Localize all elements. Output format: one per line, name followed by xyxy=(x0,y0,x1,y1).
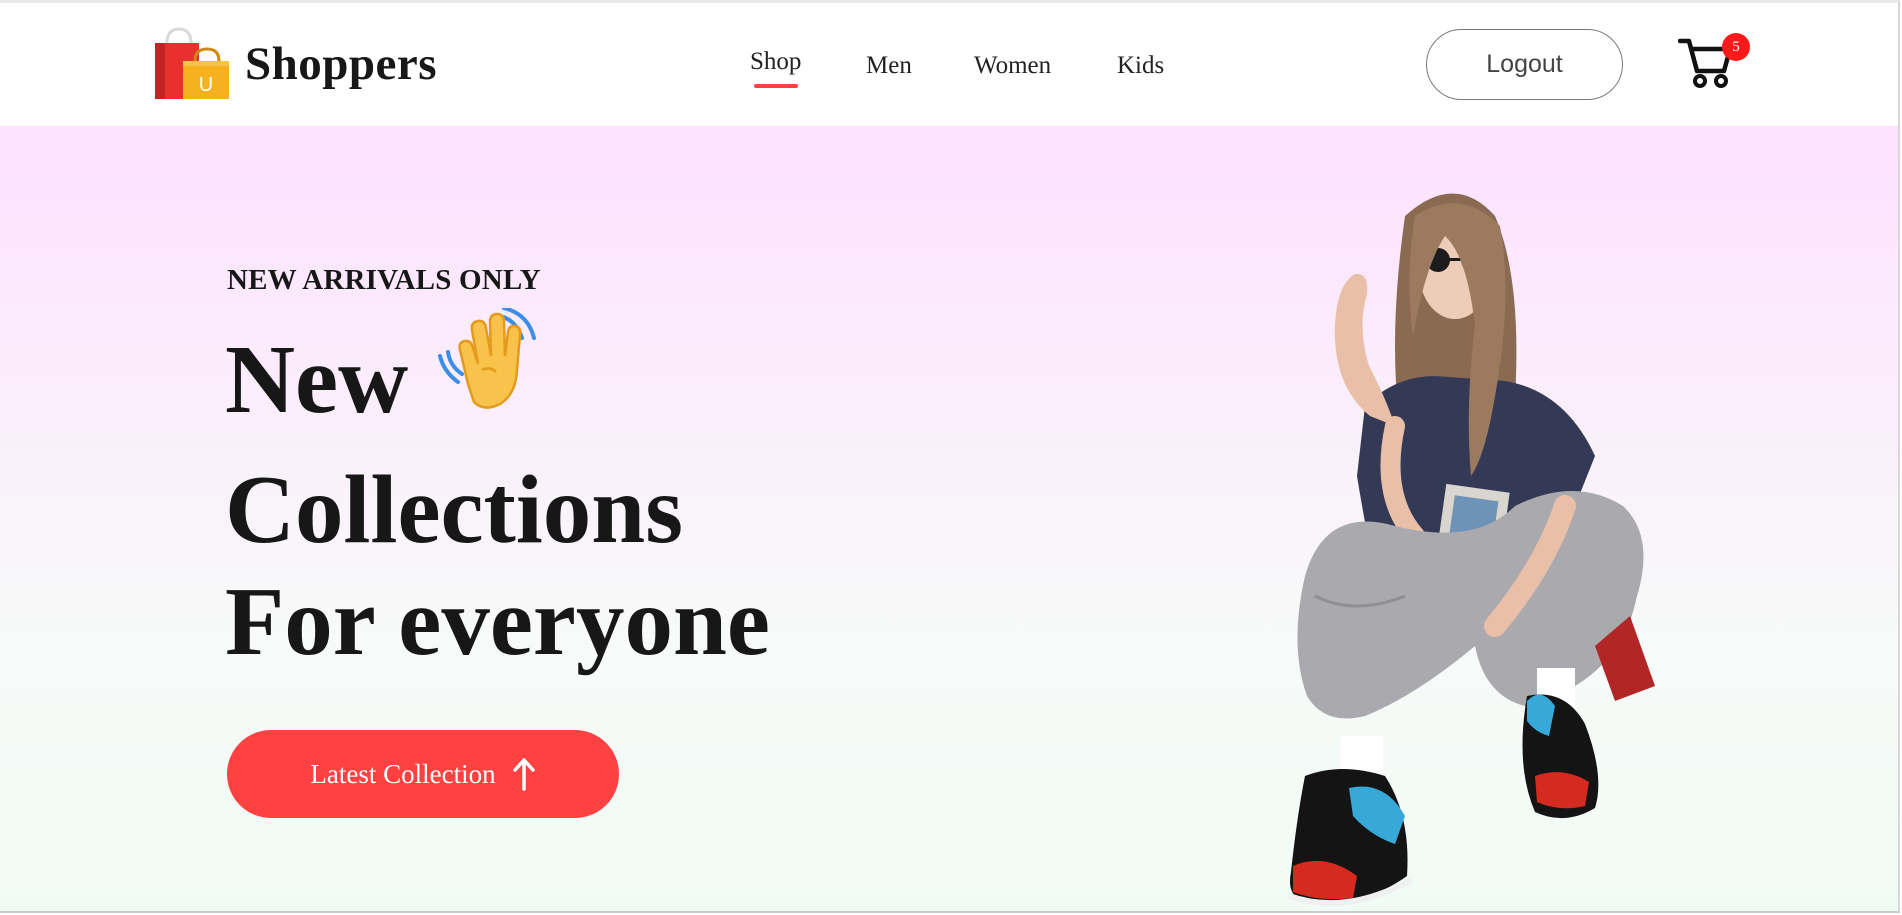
headline-line-3: For everyone xyxy=(225,567,770,675)
cart-count-badge: 5 xyxy=(1722,33,1750,61)
headline-line-2: Collections xyxy=(225,455,684,563)
active-indicator xyxy=(754,84,798,88)
hero-banner: NEW ARRIVALS ONLY New Collections For ev… xyxy=(0,126,1900,913)
waving-hand-icon xyxy=(438,305,538,436)
nav-item-men[interactable]: Men xyxy=(866,52,912,80)
cart-button[interactable]: 5 xyxy=(1677,33,1750,93)
logout-button[interactable]: Logout xyxy=(1426,29,1623,100)
arrow-icon xyxy=(512,758,535,791)
cta-label: Latest Collection xyxy=(310,758,496,789)
nav-item-shop[interactable]: Shop xyxy=(750,48,802,88)
hero-kicker: NEW ARRIVALS ONLY xyxy=(227,264,541,296)
nav-label: Men xyxy=(866,52,912,79)
main-nav: Shop Men Women Kids xyxy=(750,48,1164,88)
logo-letter: U xyxy=(199,74,213,96)
nav-label: Women xyxy=(974,52,1052,79)
brand-logo[interactable]: U Shoppers xyxy=(153,27,437,101)
nav-label: Shop xyxy=(750,48,802,75)
nav-item-women[interactable]: Women xyxy=(974,52,1051,80)
nav-label: Kids xyxy=(1117,52,1165,79)
headline-line-1: New xyxy=(225,305,770,454)
nav-item-kids[interactable]: Kids xyxy=(1117,52,1164,80)
shopping-bags-icon: U xyxy=(155,27,229,99)
hero-headline: New Collections For everyone xyxy=(225,305,770,678)
brand-name: Shoppers xyxy=(245,38,438,90)
navbar: U Shoppers Shop Men Women Kids Logout 5 xyxy=(0,3,1900,126)
model-photo xyxy=(1287,193,1655,907)
latest-collection-button[interactable]: Latest Collection xyxy=(227,730,619,818)
